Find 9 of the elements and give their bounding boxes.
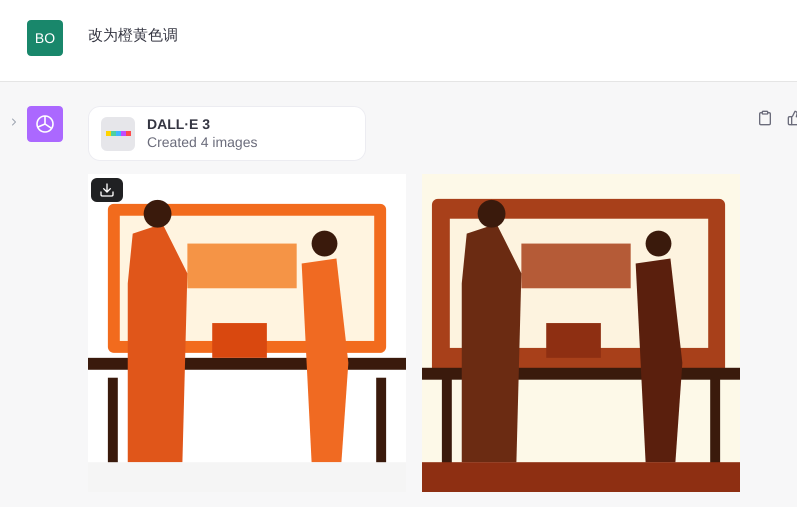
user-avatar: BO <box>27 20 63 56</box>
download-icon <box>99 182 115 198</box>
copy-icon[interactable] <box>757 110 773 126</box>
tool-name: DALL·E 3 <box>147 116 211 134</box>
tool-status: Created 4 images <box>147 134 258 151</box>
tool-icon <box>101 116 135 150</box>
user-message: 改为橙黄色调 <box>88 26 178 46</box>
download-button[interactable] <box>91 178 123 202</box>
logo-icon <box>33 112 57 136</box>
